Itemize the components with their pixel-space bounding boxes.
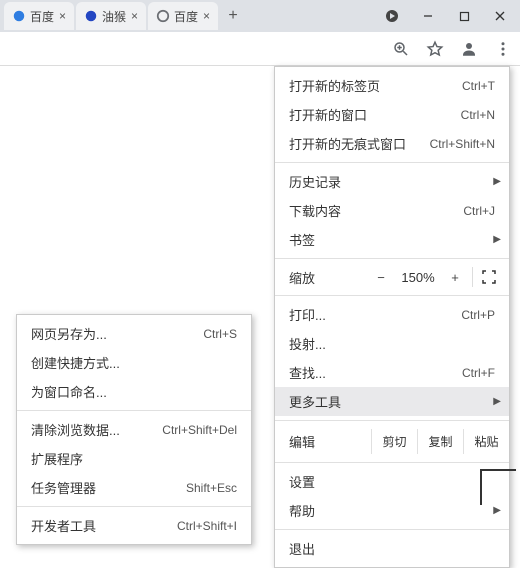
zoom-indicator-icon[interactable] [386,34,416,64]
more-tools-submenu: 网页另存为... Ctrl+S 创建快捷方式... 为窗口命名... 清除浏览数… [16,314,252,545]
copy-button[interactable]: 复制 [417,429,463,454]
maximize-button[interactable] [446,2,482,30]
submenu-create-shortcut[interactable]: 创建快捷方式... [17,348,251,377]
edit-row: 编辑 剪切 复制 粘贴 [275,425,509,458]
tab-title: 油猴 [102,8,127,25]
chevron-right-icon: ▶ [493,505,501,516]
menu-separator [17,506,251,507]
menu-separator [275,258,509,259]
menu-more-tools[interactable]: 更多工具 ▶ [275,387,509,416]
menu-separator [275,162,509,163]
menu-find[interactable]: 查找... Ctrl+F [275,358,509,387]
menu-separator [275,462,509,463]
submenu-task-manager[interactable]: 任务管理器 Shift+Esc [17,473,251,502]
menu-print[interactable]: 打印... Ctrl+P [275,300,509,329]
menu-help[interactable]: 帮助 ▶ [275,496,509,525]
zoom-in-button[interactable]: + [440,270,470,285]
chevron-right-icon: ▶ [493,176,501,187]
cut-button[interactable]: 剪切 [371,429,417,454]
menu-new-window[interactable]: 打开新的窗口 Ctrl+N [275,100,509,129]
submenu-name-window[interactable]: 为窗口命名... [17,377,251,406]
zoom-row: 缩放 − 150% + [275,263,509,291]
favicon-icon [156,9,170,23]
tab-1[interactable]: 油猴 × [76,2,146,30]
menu-exit[interactable]: 退出 [275,534,509,563]
menu-downloads[interactable]: 下载内容 Ctrl+J [275,196,509,225]
menu-incognito[interactable]: 打开新的无痕式窗口 Ctrl+Shift+N [275,129,509,158]
close-icon[interactable]: × [203,9,210,23]
minimize-button[interactable] [410,2,446,30]
menu-separator [275,295,509,296]
main-menu: 打开新的标签页 Ctrl+T 打开新的窗口 Ctrl+N 打开新的无痕式窗口 C… [274,66,510,568]
tab-strip: 百度 × 油猴 × 百度 × + [0,0,520,32]
main-menu-button[interactable] [488,34,518,64]
menu-separator [17,410,251,411]
submenu-save-as[interactable]: 网页另存为... Ctrl+S [17,319,251,348]
favicon-icon [84,9,98,23]
menu-separator [275,529,509,530]
favicon-icon [12,9,26,23]
submenu-clear-data[interactable]: 清除浏览数据... Ctrl+Shift+Del [17,415,251,444]
close-icon[interactable]: × [131,9,138,23]
menu-new-tab[interactable]: 打开新的标签页 Ctrl+T [275,71,509,100]
zoom-out-button[interactable]: − [366,270,396,285]
scrollbar-corner[interactable] [480,469,516,505]
submenu-dev-tools[interactable]: 开发者工具 Ctrl+Shift+I [17,511,251,540]
paste-button[interactable]: 粘贴 [463,429,509,454]
new-tab-button[interactable]: + [220,3,246,29]
window-controls [374,0,520,32]
close-window-button[interactable] [482,2,518,30]
chevron-right-icon: ▶ [493,234,501,245]
media-indicator-icon[interactable] [374,2,410,30]
tab-title: 百度 [30,8,55,25]
menu-separator [275,420,509,421]
profile-avatar-icon[interactable] [454,34,484,64]
tab-0[interactable]: 百度 × [4,2,74,30]
zoom-value: 150% [396,270,440,285]
submenu-extensions[interactable]: 扩展程序 [17,444,251,473]
menu-history[interactable]: 历史记录 ▶ [275,167,509,196]
close-icon[interactable]: × [59,9,66,23]
menu-cast[interactable]: 投射... [275,329,509,358]
tab-title: 百度 [174,8,199,25]
fullscreen-button[interactable] [475,270,503,284]
edit-label: 编辑 [289,432,371,451]
toolbar [0,32,520,66]
menu-bookmarks[interactable]: 书签 ▶ [275,225,509,254]
tab-2[interactable]: 百度 × [148,2,218,30]
zoom-label: 缩放 [289,268,366,287]
chevron-right-icon: ▶ [493,396,501,407]
menu-settings[interactable]: 设置 [275,467,509,496]
bookmark-star-icon[interactable] [420,34,450,64]
